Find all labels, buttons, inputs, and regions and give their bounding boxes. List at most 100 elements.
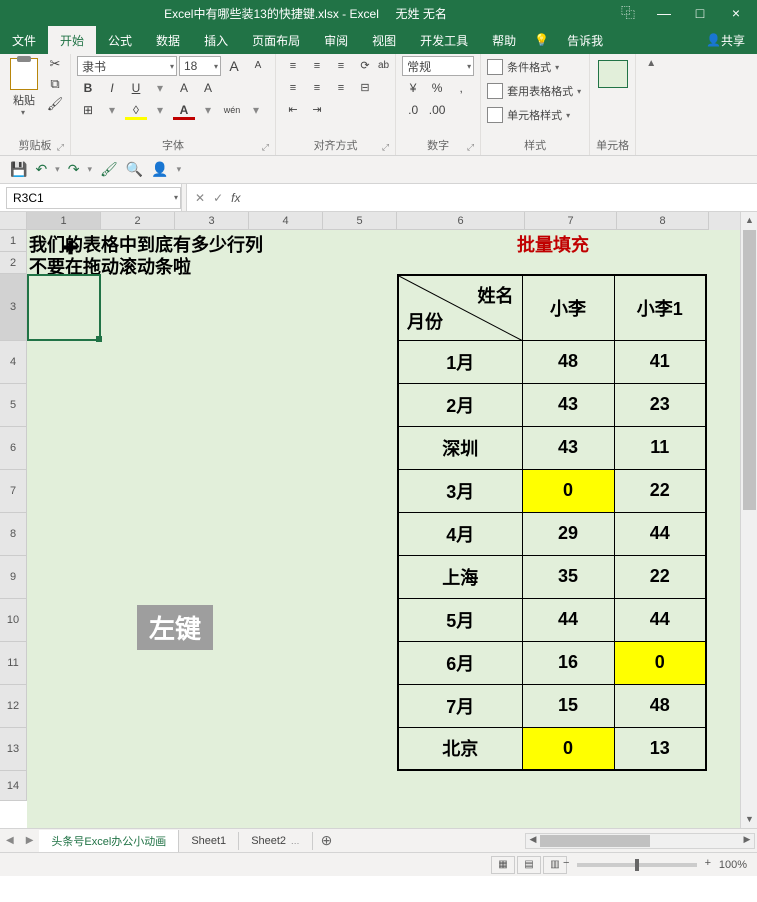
brush-icon[interactable]: 🖌: [100, 161, 118, 178]
name-box[interactable]: R3C1▾: [6, 187, 181, 209]
zoom-slider[interactable]: − +: [577, 863, 697, 867]
col-header[interactable]: 7: [525, 212, 617, 230]
ribbon-options-icon[interactable]: ⿻: [611, 3, 645, 23]
horizontal-scrollbar[interactable]: ◀ ▶: [525, 833, 755, 849]
tab-insert[interactable]: 插入: [192, 26, 240, 54]
col-header[interactable]: 4: [249, 212, 323, 230]
dialog-launcher-icon[interactable]: ⤢: [262, 142, 269, 153]
vertical-scrollbar[interactable]: ▲ ▼: [740, 212, 757, 828]
format-as-table-button[interactable]: 套用表格格式▾: [487, 80, 583, 102]
percent-icon[interactable]: %: [426, 78, 448, 98]
collapse-ribbon-icon[interactable]: ▲: [636, 54, 666, 155]
fx-icon[interactable]: fx: [231, 191, 240, 205]
font-color-button[interactable]: A: [173, 100, 195, 120]
tab-review[interactable]: 审阅: [312, 26, 360, 54]
row-header[interactable]: 2: [0, 252, 27, 274]
orientation-icon[interactable]: ⟳: [354, 56, 376, 76]
grow-font-icon[interactable]: A: [223, 56, 245, 76]
share-button[interactable]: 👤 共享: [694, 26, 757, 54]
row-header[interactable]: 3: [0, 274, 27, 341]
col-header[interactable]: 1: [27, 212, 101, 230]
wrap-text-icon[interactable]: ab: [378, 56, 389, 76]
tab-layout[interactable]: 页面布局: [240, 26, 312, 54]
shrink-font-icon[interactable]: A: [247, 56, 269, 76]
tab-nav-prev-icon[interactable]: ◀: [0, 835, 20, 846]
conditional-format-button[interactable]: 条件格式▾: [487, 56, 583, 78]
close-button[interactable]: ×: [719, 5, 753, 21]
phonetic-icon[interactable]: A: [173, 78, 195, 98]
sheet-tab-sheet1[interactable]: Sheet1: [179, 832, 239, 850]
merge-icon[interactable]: ⊟: [354, 78, 376, 98]
scroll-down-icon[interactable]: ▼: [741, 811, 757, 828]
save-icon[interactable]: 💾: [10, 161, 27, 178]
page-layout-icon[interactable]: ▤: [517, 856, 541, 874]
dialog-launcher-icon[interactable]: ⤢: [467, 142, 474, 153]
italic-button[interactable]: I: [101, 78, 123, 98]
row-header[interactable]: 4: [0, 341, 27, 384]
zoom-in-icon[interactable]: +: [705, 857, 711, 869]
zoom-percent[interactable]: 100%: [707, 859, 757, 871]
paste-button[interactable]: 粘贴 ▾: [6, 56, 42, 137]
pinyin-button[interactable]: wén: [221, 100, 243, 120]
tab-nav-next-icon[interactable]: ▶: [20, 835, 40, 846]
minimize-button[interactable]: —: [647, 5, 681, 21]
font-size-select[interactable]: 18▾: [179, 56, 221, 76]
row-header[interactable]: 5: [0, 384, 27, 427]
cells-icon[interactable]: [598, 60, 628, 88]
decrease-indent-icon[interactable]: ⇤: [282, 100, 304, 120]
currency-icon[interactable]: ¥: [402, 78, 424, 98]
align-center-icon[interactable]: ≡: [306, 78, 328, 98]
tab-file[interactable]: 文件: [0, 26, 48, 54]
zoom-icon[interactable]: 🔍: [126, 161, 143, 178]
scroll-thumb[interactable]: [743, 230, 756, 510]
copy-icon[interactable]: ⧉: [46, 76, 64, 94]
tab-data[interactable]: 数据: [144, 26, 192, 54]
row-header[interactable]: 11: [0, 642, 27, 685]
row-header[interactable]: 9: [0, 556, 27, 599]
borders-button[interactable]: ⊞: [77, 100, 99, 120]
active-cell[interactable]: [27, 274, 101, 341]
col-header[interactable]: 2: [101, 212, 175, 230]
row-header[interactable]: 7: [0, 470, 27, 513]
row-header[interactable]: 8: [0, 513, 27, 556]
row-header[interactable]: 1: [0, 230, 27, 252]
normal-view-icon[interactable]: ▦: [491, 856, 515, 874]
maximize-button[interactable]: □: [683, 5, 717, 21]
tab-formulas[interactable]: 公式: [96, 26, 144, 54]
fill-color-button[interactable]: ◊: [125, 100, 147, 120]
dialog-launcher-icon[interactable]: ⤢: [382, 142, 389, 153]
sheet-tab-active[interactable]: 头条号Excel办公小动画: [39, 830, 179, 852]
row-header[interactable]: 6: [0, 427, 27, 470]
col-header[interactable]: 5: [323, 212, 397, 230]
comma-icon[interactable]: ,: [450, 78, 472, 98]
tab-home[interactable]: 开始: [48, 26, 96, 54]
align-left-icon[interactable]: ≡: [282, 78, 304, 98]
row-header[interactable]: 10: [0, 599, 27, 642]
col-header[interactable]: 6: [397, 212, 525, 230]
fill-handle[interactable]: [96, 336, 102, 342]
dialog-launcher-icon[interactable]: ⤢: [57, 142, 64, 153]
add-sheet-icon[interactable]: ⊕: [313, 832, 341, 849]
align-middle-icon[interactable]: ≡: [306, 56, 328, 76]
filter-icon[interactable]: 👤: [151, 161, 168, 178]
tab-view[interactable]: 视图: [360, 26, 408, 54]
tab-help[interactable]: 帮助: [480, 26, 528, 54]
scroll-up-icon[interactable]: ▲: [741, 212, 757, 229]
bold-button[interactable]: B: [77, 78, 99, 98]
increase-indent-icon[interactable]: ⇥: [306, 100, 328, 120]
increase-decimal-icon[interactable]: .0: [402, 100, 424, 120]
decrease-decimal-icon[interactable]: .00: [426, 100, 448, 120]
select-all-corner[interactable]: [0, 212, 27, 230]
tell-me[interactable]: 告诉我: [555, 26, 615, 54]
align-right-icon[interactable]: ≡: [330, 78, 352, 98]
zoom-out-icon[interactable]: −: [563, 857, 569, 869]
row-header[interactable]: 13: [0, 728, 27, 771]
cancel-icon[interactable]: ✕: [195, 191, 205, 205]
row-header[interactable]: 12: [0, 685, 27, 728]
phonetic-icon2[interactable]: A: [197, 78, 219, 98]
format-painter-icon[interactable]: 🖌: [46, 96, 64, 114]
row-header[interactable]: 14: [0, 771, 27, 801]
align-top-icon[interactable]: ≡: [282, 56, 304, 76]
number-format-select[interactable]: 常规▾: [402, 56, 474, 76]
col-header[interactable]: 8: [617, 212, 709, 230]
